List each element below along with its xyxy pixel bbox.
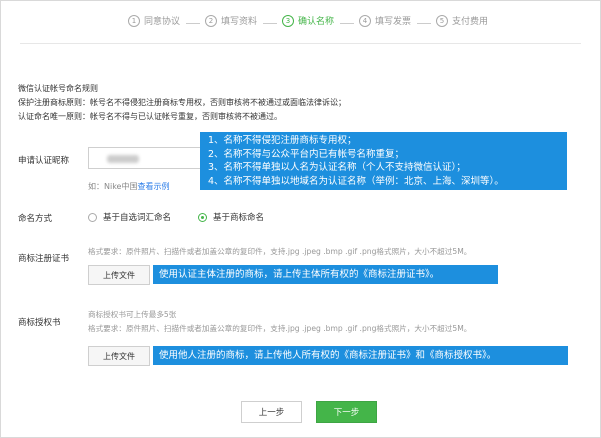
- radio-label: 基于自选词汇命名: [103, 213, 172, 223]
- rules-line: 保护注册商标原则：帐号名不得侵犯注册商标专用权，否则审核将不被通过或面临法律诉讼…: [18, 98, 346, 107]
- step-connector: [186, 23, 200, 24]
- cert-format-note: 格式要求：原件照片、扫描件或者加盖公章的复印件，支持.jpg .jpeg .bm…: [88, 247, 472, 256]
- step-label: 同意协议: [144, 17, 181, 27]
- previous-step-button[interactable]: 上一步: [241, 401, 302, 423]
- cert-tip-callout: 使用认证主体注册的商标，请上传主体所有权的《商标注册证书》。: [153, 265, 498, 284]
- view-example-link[interactable]: 查看示例: [137, 182, 169, 191]
- step-number-icon: 4: [359, 14, 371, 27]
- callout-line: 4、名称不得单独以地域名为认证名称（举例：北京、上海、深圳等）。: [208, 175, 504, 187]
- nickname-input[interactable]: [88, 147, 214, 169]
- trademark-auth-label: 商标授权书: [18, 318, 61, 328]
- step-connector: [340, 23, 354, 24]
- step-number-icon: 3: [282, 14, 294, 27]
- step-info: 2 填写资料: [205, 14, 257, 27]
- rules-line: 认证命名唯一原则：帐号名不得与已认证帐号重复，否则审核将不被通过。: [18, 112, 282, 121]
- step-label: 确认名称: [298, 17, 335, 27]
- step-payment: 5 支付费用: [436, 14, 488, 27]
- hint-text: 如：Nike中国: [88, 182, 138, 191]
- step-label: 支付费用: [452, 17, 489, 27]
- step-label: 填写资料: [221, 17, 258, 27]
- callout-line: 1、名称不得侵犯注册商标专用权；: [208, 135, 357, 146]
- header-divider: [20, 43, 581, 44]
- naming-requirements-callout: 1、名称不得侵犯注册商标专用权； 2、名称不得与公众平台内已有帐号名称重复； 3…: [200, 132, 567, 190]
- step-agree: 1 同意协议: [128, 14, 180, 27]
- radio-custom-vocabulary[interactable]: 基于自选词汇命名: [88, 211, 171, 223]
- step-label: 填写发票: [375, 17, 412, 27]
- upload-cert-button[interactable]: 上传文件: [88, 265, 150, 285]
- nickname-label: 申请认证昵称: [18, 156, 70, 166]
- nickname-hint: 如：Nike中国查看示例: [88, 181, 169, 192]
- callout-line: 2、名称不得与公众平台内已有帐号名称重复；: [208, 148, 405, 160]
- step-progress: 1 同意协议 2 填写资料 3 确认名称 4 填写发票 5 支付费用: [0, 14, 601, 32]
- callout-line: 3、名称不得单独以人名为认证名称（个人不支持微信认证）；: [208, 162, 466, 173]
- trademark-cert-label: 商标注册证书: [18, 254, 70, 264]
- step-number-icon: 5: [436, 14, 448, 27]
- auth-tip-callout: 使用他人注册的商标，请上传他人所有权的《商标注册证书》和《商标授权书》。: [153, 346, 568, 365]
- step-connector: [417, 23, 431, 24]
- step-number-icon: 2: [205, 14, 217, 27]
- upload-auth-button[interactable]: 上传文件: [88, 346, 150, 366]
- radio-on-icon: [198, 212, 207, 222]
- radio-label: 基于商标命名: [213, 213, 265, 223]
- radio-off-icon: [88, 212, 97, 222]
- step-confirm-name: 3 确认名称: [282, 14, 334, 27]
- rules-title: 微信认证帐号命名规则: [18, 84, 98, 93]
- step-invoice: 4 填写发票: [359, 14, 411, 27]
- radio-trademark[interactable]: 基于商标命名: [198, 211, 264, 223]
- blurred-value: [107, 155, 139, 163]
- auth-format-note: 格式要求：原件照片、扫描件或者加盖公章的复印件，支持.jpg .jpeg .bm…: [88, 324, 472, 333]
- auth-limit-note: 商标授权书可上传最多5张: [88, 310, 177, 319]
- step-number-icon: 1: [128, 14, 140, 27]
- naming-method-label: 命名方式: [18, 214, 53, 224]
- naming-rules: 微信认证帐号命名规则 保护注册商标原则：帐号名不得侵犯注册商标专用权，否则审核将…: [18, 82, 346, 124]
- step-connector: [263, 23, 277, 24]
- next-step-button[interactable]: 下一步: [316, 401, 377, 423]
